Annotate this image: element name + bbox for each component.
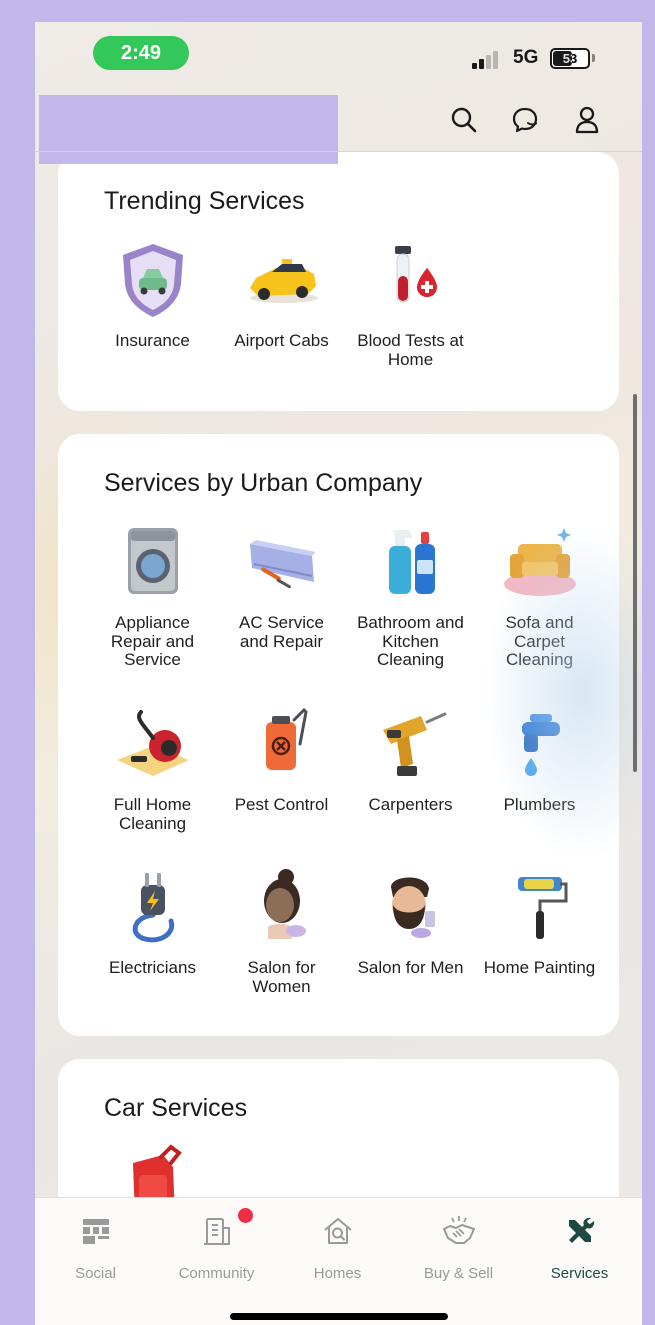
service-label: Plumbers [503,795,576,814]
service-tile-pest-control[interactable]: Pest Control [217,704,346,815]
service-tile-sofa-carpet[interactable]: Sofa and Carpet Cleaning [475,522,604,670]
urban-company-title: Services by Urban Company [104,469,423,497]
urban-company-services-card: Services by Urban Company Appliance Repa… [58,434,619,1036]
tab-homes[interactable]: Homes [277,1198,398,1308]
paint-roller-icon [500,867,580,947]
handshake-icon [443,1216,475,1244]
service-label: Salon for Men [357,958,464,977]
water-tap-icon [500,704,580,784]
blood-test-icon [371,240,451,320]
service-tile-insurance[interactable]: Insurance [88,240,217,351]
network-type: 5G [513,47,539,68]
tab-label: Buy & Sell [423,1265,494,1282]
cleaning-bottles-icon [371,522,451,602]
social-grid-icon [83,1219,109,1244]
header-divider [35,151,642,152]
status-bar: 2:49 5G 53 [35,22,642,90]
service-tile-salon-men[interactable]: Salon for Men [346,867,475,978]
tab-buy-sell[interactable]: Buy & Sell [398,1198,519,1308]
service-label: Home Painting [483,958,596,977]
bottom-tab-bar: Social Community Homes Buy & Sell Servic… [35,1197,642,1325]
service-label: Sofa and Carpet Cleaning [505,613,574,669]
signal-strength-icon [472,51,506,69]
service-tile-home-painting[interactable]: Home Painting [475,867,604,978]
tab-services[interactable]: Services [519,1198,640,1308]
service-label: Salon for Women [247,958,316,996]
tab-label: Homes [313,1265,362,1282]
sofa-icon [500,522,580,602]
building-icon [204,1218,230,1245]
profile-icon[interactable] [571,104,603,136]
service-tile-appliance-repair[interactable]: Appliance Repair and Service [88,522,217,670]
scrollbar[interactable] [633,394,637,772]
service-label: Appliance Repair and Service [110,613,195,669]
battery-icon: 53 [550,48,590,69]
service-label: Insurance [115,331,190,350]
service-tile-bathroom-kitchen[interactable]: Bathroom and Kitchen Cleaning [346,522,475,670]
service-tile-plumbers[interactable]: Plumbers [475,704,604,815]
service-label: Pest Control [234,795,329,814]
status-time[interactable]: 2:49 [93,36,189,70]
service-label: AC Service and Repair [238,613,325,651]
service-label: Blood Tests at Home [357,331,464,369]
trending-services-title: Trending Services [104,187,305,215]
home-indicator[interactable] [230,1313,448,1320]
service-label: Airport Cabs [234,331,329,350]
service-label: Electricians [109,958,196,977]
tab-social[interactable]: Social [35,1198,156,1308]
service-tile-blood-tests[interactable]: Blood Tests at Home [346,240,475,369]
car-services-title: Car Services [104,1094,248,1122]
phone-screen: 2:49 5G 53 Trending Services Insurance A… [35,22,642,1325]
pest-sprayer-icon [242,704,322,784]
header-logo-redacted [39,95,338,164]
notification-dot [238,1208,253,1223]
electric-plug-icon [113,867,193,947]
home-search-icon [324,1218,352,1244]
air-conditioner-icon [242,522,322,602]
tab-label: Social [75,1265,116,1282]
service-tile-full-home-cleaning[interactable]: Full Home Cleaning [88,704,217,833]
insurance-shield-icon [113,240,193,320]
service-tile-carpenters[interactable]: Carpenters [346,704,475,815]
tools-icon [569,1217,595,1243]
battery-tip [592,54,595,62]
service-tile-salon-women[interactable]: Salon for Women [217,867,346,996]
service-label: Bathroom and Kitchen Cleaning [357,613,464,669]
bearded-man-icon [371,867,451,947]
washing-machine-icon [113,522,193,602]
taxi-icon [242,240,322,320]
tab-label: Community [178,1265,255,1282]
woman-facial-icon [242,867,322,947]
chat-icon[interactable] [509,104,541,136]
vacuum-cleaner-icon [113,704,193,784]
service-label: Full Home Cleaning [113,795,192,833]
service-tile-airport-cabs[interactable]: Airport Cabs [217,240,346,351]
service-tile-ac-service[interactable]: AC Service and Repair [217,522,346,651]
service-label: Carpenters [368,795,453,814]
service-tile-electricians[interactable]: Electricians [88,867,217,978]
tab-label: Services [550,1265,609,1282]
search-icon[interactable] [448,104,480,136]
power-drill-icon [371,704,451,784]
tab-community[interactable]: Community [156,1198,277,1308]
battery-percent: 53 [562,51,578,66]
trending-services-card: Trending Services Insurance Airport Cabs… [58,152,619,411]
app-header [35,90,642,164]
